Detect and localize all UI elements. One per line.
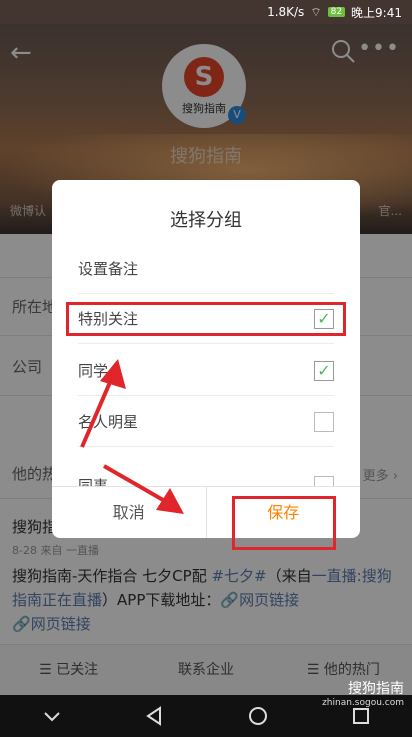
back-triangle-icon[interactable] [143, 704, 167, 728]
home-circle-icon[interactable] [246, 704, 270, 728]
set-remark-option[interactable]: 设置备注 [78, 244, 334, 294]
highlight-box-special-follow [66, 302, 346, 336]
checkbox-checked-icon[interactable]: ✓ [314, 360, 334, 381]
annotation-arrow-right-icon [103, 464, 184, 514]
hide-keyboard-chevron-icon[interactable] [40, 704, 64, 728]
dialog-title: 选择分组 [170, 210, 242, 231]
status-bar: 1.8K/s ⌔ 82 晚上9:41 [0, 0, 412, 24]
battery-level: 82 [327, 7, 346, 17]
wifi-icon: ⌔ [310, 4, 322, 19]
watermark-main: 搜狗指南 [348, 681, 404, 697]
clock: 晚上9:41 [351, 5, 402, 20]
watermark-sub: zhinan.sogou.com [322, 698, 404, 708]
checkbox-empty-icon[interactable] [314, 411, 334, 432]
network-speed: 1.8K/s [267, 5, 305, 19]
checkbox-empty-icon[interactable] [314, 476, 334, 486]
highlight-box-save [232, 496, 336, 550]
set-remark-label: 设置备注 [78, 260, 139, 278]
annotation-arrow-up-icon [80, 359, 126, 448]
watermark: 搜狗指南 zhinan.sogou.com [322, 678, 404, 708]
